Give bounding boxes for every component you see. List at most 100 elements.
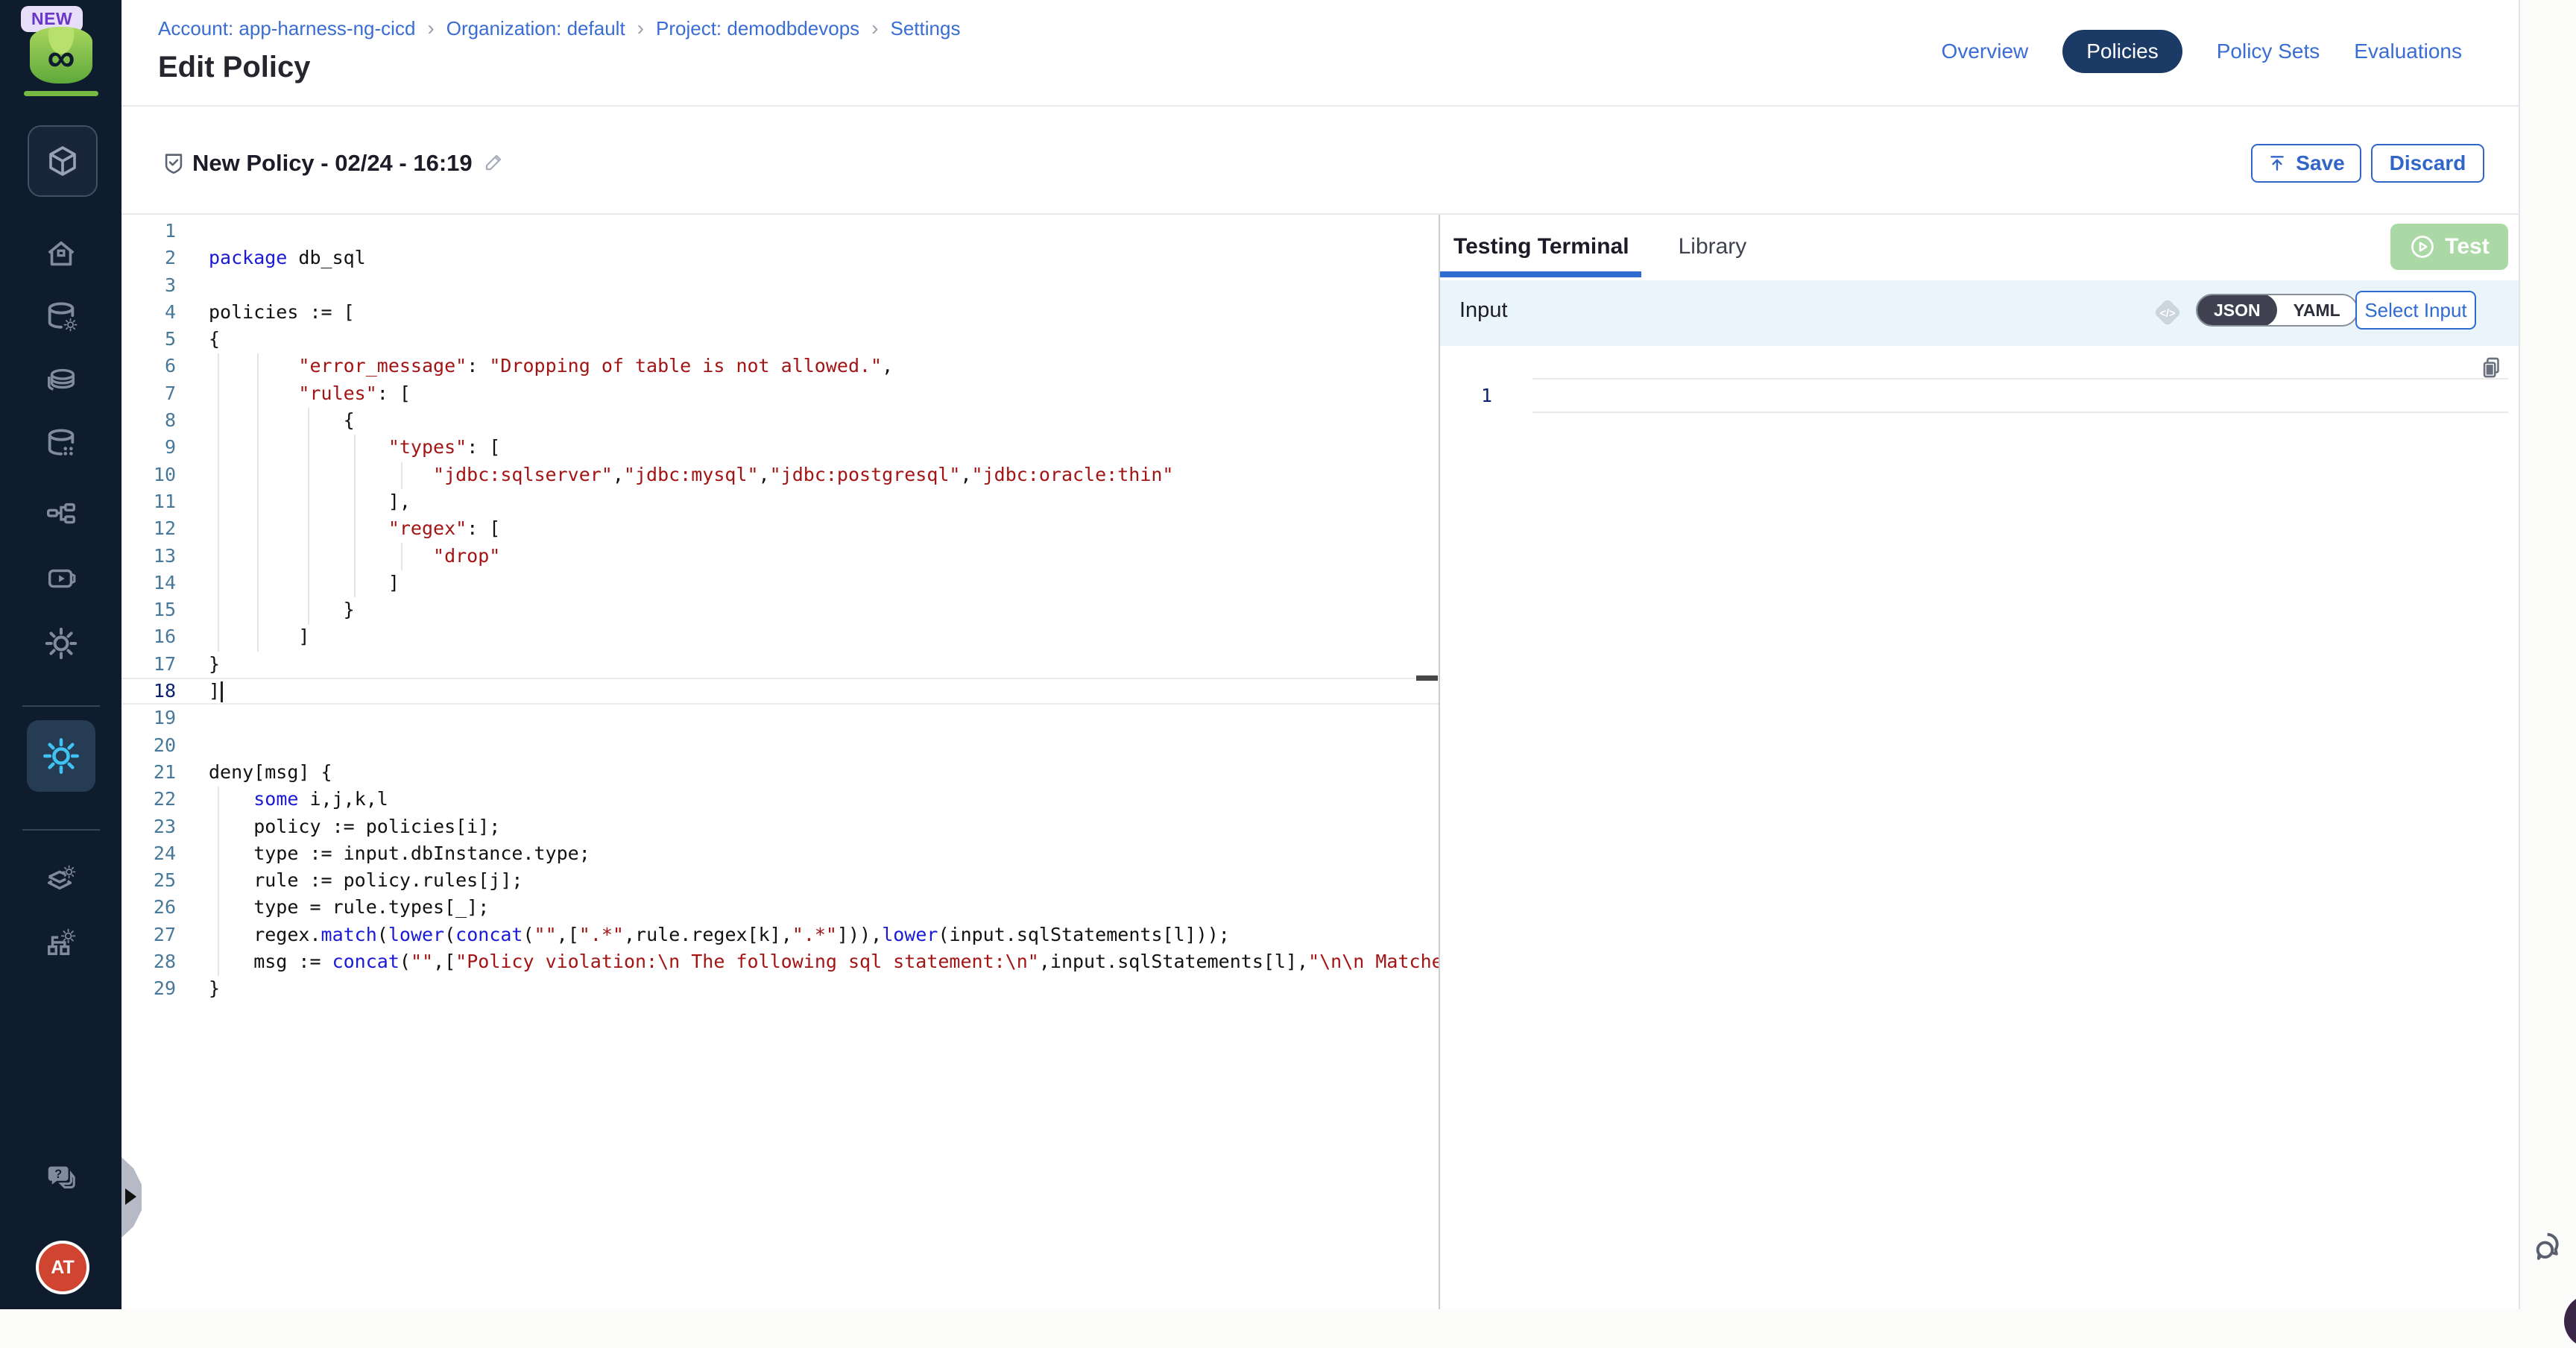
- line-number: 16: [121, 623, 176, 650]
- line-number: 2: [121, 245, 176, 271]
- code-text: }: [209, 651, 220, 678]
- code-line[interactable]: 5{: [121, 326, 1439, 353]
- code-line[interactable]: 27 regex.match(lower(concat("",[".*",rul…: [121, 922, 1439, 948]
- format-option-yaml[interactable]: YAML: [2277, 294, 2357, 327]
- chat-bubbles-icon[interactable]: [2531, 1227, 2570, 1266]
- line-number: 23: [121, 813, 176, 840]
- line-number: 24: [121, 840, 176, 867]
- select-input-button[interactable]: Select Input: [2355, 291, 2476, 330]
- line-number: 6: [121, 353, 176, 379]
- code-line[interactable]: 13 "drop": [121, 543, 1439, 570]
- line-number: 9: [121, 434, 176, 461]
- sidebar-item-help[interactable]: ?: [0, 1160, 121, 1194]
- edit-pencil-icon[interactable]: [483, 149, 505, 174]
- code-line[interactable]: 10 "jdbc:sqlserver","jdbc:mysql","jdbc:p…: [121, 462, 1439, 488]
- line-number: 8: [121, 407, 176, 434]
- code-line[interactable]: 25 rule := policy.rules[j];: [121, 867, 1439, 894]
- code-line[interactable]: 21deny[msg] {: [121, 759, 1439, 786]
- tab-policies[interactable]: Policies: [2062, 30, 2182, 73]
- sidebar-item-settings-selected[interactable]: [27, 720, 95, 792]
- tab-overview[interactable]: Overview: [1942, 40, 2029, 63]
- line-number: 11: [121, 488, 176, 515]
- video-play-icon: [44, 562, 78, 596]
- code-line[interactable]: 14 ]: [121, 570, 1439, 596]
- code-text: rule := policy.rules[j];: [209, 867, 523, 894]
- code-text: policies := [: [209, 299, 355, 326]
- code-line[interactable]: 28 msg := concat("",["Policy violation:\…: [121, 948, 1439, 975]
- sidebar-item-database-stack[interactable]: [0, 363, 121, 397]
- format-option-json[interactable]: JSON: [2197, 294, 2277, 327]
- sidebar-item-database-settings[interactable]: [0, 300, 121, 334]
- sidebar-item-org-settings[interactable]: [0, 925, 121, 959]
- code-line[interactable]: 15 }: [121, 596, 1439, 623]
- code-line[interactable]: 23 policy := policies[i];: [121, 813, 1439, 840]
- tab-policy-sets[interactable]: Policy Sets: [2217, 40, 2320, 63]
- line-number: 21: [121, 759, 176, 786]
- code-line[interactable]: 6 "error_message": "Dropping of table is…: [121, 353, 1439, 379]
- expand-arrow-icon: [125, 1188, 136, 1205]
- code-line[interactable]: 24 type := input.dbInstance.type;: [121, 840, 1439, 867]
- code-line[interactable]: 18]: [121, 678, 1439, 705]
- sidebar-item-home[interactable]: [0, 237, 121, 271]
- sidebar-item-pipelines[interactable]: [0, 498, 121, 532]
- database-dots-icon: [44, 426, 78, 461]
- code-diamond-icon[interactable]: </>: [2150, 295, 2185, 330]
- sidebar-item-layers-settings[interactable]: [0, 860, 121, 895]
- code-text: regex.match(lower(concat("",[".*",rule.r…: [209, 922, 1230, 948]
- code-line[interactable]: 26 type = rule.types[_];: [121, 894, 1439, 921]
- line-number: 7: [121, 380, 176, 407]
- user-avatar[interactable]: AT: [36, 1241, 89, 1294]
- database-gear-icon: [44, 300, 78, 334]
- active-tab-underline: [1440, 271, 1641, 277]
- code-line[interactable]: 19: [121, 705, 1439, 731]
- line-number: 15: [121, 596, 176, 623]
- line-number: 4: [121, 299, 176, 326]
- text-cursor: [221, 681, 223, 702]
- overview-ruler-cursor-mark: [1416, 675, 1438, 681]
- breadcrumb-item[interactable]: Organization: default: [446, 17, 625, 40]
- test-label: Test: [2445, 234, 2489, 259]
- tab-library[interactable]: Library: [1679, 234, 1747, 259]
- policy-name: New Policy - 02/24 - 16:19: [192, 150, 473, 177]
- code-line[interactable]: 9 "types": [: [121, 434, 1439, 461]
- line-number: 17: [121, 651, 176, 678]
- breadcrumb-item[interactable]: Settings: [891, 17, 961, 40]
- policy-code-editor[interactable]: 12 package db_sql34 policies := [5{6 "erro…: [121, 215, 1439, 1309]
- code-line[interactable]: 2 package db_sql: [121, 245, 1439, 271]
- code-line[interactable]: 22 some i,j,k,l: [121, 786, 1439, 813]
- terminal-tabs: Testing Terminal Library: [1453, 234, 1746, 259]
- input-editor-current-line[interactable]: [1532, 378, 2508, 413]
- code-line[interactable]: 20: [121, 732, 1439, 759]
- sidebar-item-database-instances[interactable]: [0, 426, 121, 461]
- code-line[interactable]: 29}: [121, 975, 1439, 1002]
- code-text: package db_sql: [209, 245, 366, 271]
- code-line[interactable]: 7 "rules": [: [121, 380, 1439, 407]
- code-text: ]: [209, 570, 400, 596]
- page-right-margin: [2519, 0, 2576, 1309]
- save-label: Save: [2296, 151, 2344, 175]
- code-line[interactable]: 4 policies := [: [121, 299, 1439, 326]
- code-text: "regex": [: [209, 515, 500, 542]
- save-button[interactable]: Save: [2251, 144, 2361, 183]
- breadcrumb-item[interactable]: Project: demodbdevops: [656, 17, 859, 40]
- code-line[interactable]: 8 {: [121, 407, 1439, 434]
- code-line[interactable]: 3: [121, 272, 1439, 299]
- sidebar: NEW ∞: [0, 0, 121, 1309]
- code-line[interactable]: 11 ],: [121, 488, 1439, 515]
- tab-evaluations[interactable]: Evaluations: [2354, 40, 2462, 63]
- sidebar-module-cube-button[interactable]: [28, 125, 98, 197]
- code-line[interactable]: 17}: [121, 651, 1439, 678]
- layers-gear-icon: [44, 860, 78, 895]
- breadcrumb-item[interactable]: Account: app-harness-ng-cicd: [158, 17, 415, 40]
- sidebar-item-configure[interactable]: [0, 626, 121, 661]
- tab-testing-terminal[interactable]: Testing Terminal: [1453, 234, 1629, 259]
- sidebar-item-executions[interactable]: [0, 562, 121, 596]
- code-line[interactable]: 1: [121, 218, 1439, 245]
- code-line[interactable]: 16 ]: [121, 623, 1439, 650]
- line-number: 18: [121, 679, 176, 703]
- harness-logo-icon[interactable]: ∞: [30, 27, 92, 84]
- discard-button[interactable]: Discard: [2371, 144, 2484, 183]
- discard-label: Discard: [2390, 151, 2466, 175]
- code-line[interactable]: 12 "regex": [: [121, 515, 1439, 542]
- test-button[interactable]: Test: [2390, 224, 2508, 270]
